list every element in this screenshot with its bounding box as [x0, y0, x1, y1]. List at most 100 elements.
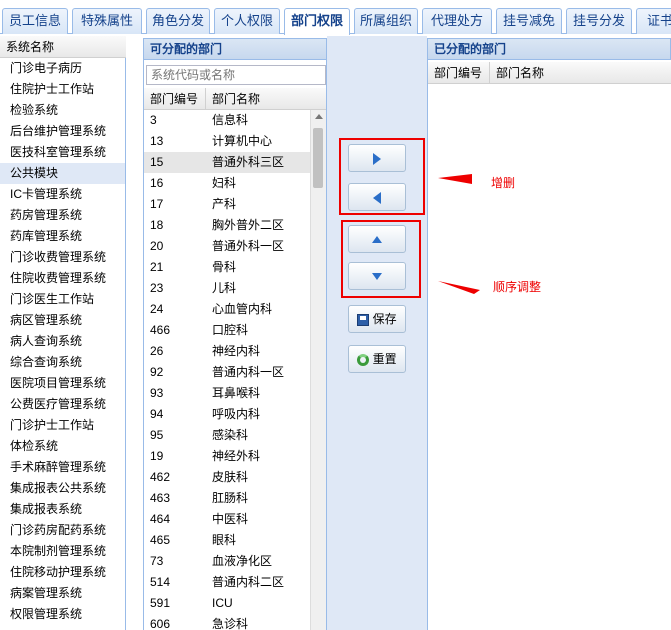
- dept-name: 计算机中心: [212, 134, 273, 148]
- system-list-item[interactable]: 住院收费管理系统: [0, 268, 125, 289]
- dept-row[interactable]: 16 妇科: [144, 173, 310, 194]
- dept-row[interactable]: 591 ICU: [144, 593, 310, 614]
- save-label: 保存: [372, 312, 397, 326]
- dept-code: 13: [150, 134, 164, 148]
- system-list-item[interactable]: 集成报表公共系统: [0, 478, 125, 499]
- system-list-item[interactable]: 住院护士工作站: [0, 79, 125, 100]
- available-table-body: 3 信息科 13 计算机中心 15 普通外科三区 16 妇科 17 产科 18 胸外普外二区 20 普通外…: [144, 110, 310, 630]
- system-list-item[interactable]: 药库管理系统: [0, 226, 125, 247]
- refresh-icon: [357, 353, 370, 366]
- dept-row[interactable]: 93 耳鼻喉科: [144, 383, 310, 404]
- tab-5[interactable]: 所属组织: [354, 8, 418, 34]
- dept-name: 心血管内科: [212, 302, 273, 316]
- dept-row[interactable]: 606 急诊科: [144, 614, 310, 630]
- dept-row[interactable]: 94 呼吸内科: [144, 404, 310, 425]
- dept-name: 普通内科一区: [212, 365, 285, 379]
- system-list-item[interactable]: 门诊收费管理系统: [0, 247, 125, 268]
- tab-3[interactable]: 个人权限: [214, 8, 280, 34]
- system-list-item[interactable]: 手术麻醉管理系统: [0, 457, 125, 478]
- system-list-item[interactable]: 体检系统: [0, 436, 125, 457]
- system-list-item[interactable]: 检验系统: [0, 100, 125, 121]
- tab-bar: 员工信息 特殊属性 角色分发 个人权限 部门权限 所属组织 代理处方 挂号减免 挂号分发 证书: [0, 0, 671, 35]
- dept-code: 95: [150, 428, 164, 442]
- system-name-column: 系统名称: [6, 40, 55, 54]
- system-list-item[interactable]: 医院项目管理系统: [0, 373, 125, 394]
- reset-label: 重置: [372, 352, 397, 366]
- tab-2[interactable]: 角色分发: [146, 8, 210, 34]
- dept-row[interactable]: 514 普通内科二区: [144, 572, 310, 593]
- dept-row[interactable]: 21 骨科: [144, 257, 310, 278]
- dept-code: 465: [150, 533, 171, 547]
- save-button[interactable]: 保存: [348, 305, 406, 333]
- dept-code: 18: [150, 218, 164, 232]
- system-list-item[interactable]: 门诊电子病历: [0, 58, 125, 79]
- reorder-highlight: [341, 220, 421, 298]
- system-list-item[interactable]: 门诊医生工作站: [0, 289, 125, 310]
- dept-code: 20: [150, 239, 164, 253]
- dept-code-column: 部门编号: [144, 88, 206, 110]
- system-list-item[interactable]: 本院制剂管理系统: [0, 541, 125, 562]
- dept-name: ICU: [212, 596, 233, 610]
- dept-code: 92: [150, 365, 164, 379]
- dept-name: 产科: [212, 197, 237, 211]
- dept-name: 普通外科三区: [212, 155, 285, 169]
- dept-row[interactable]: 26 神经内科: [144, 341, 310, 362]
- tab-1[interactable]: 特殊属性: [72, 8, 142, 34]
- assigned-panel: [427, 60, 671, 630]
- system-list-item[interactable]: 权限管理系统: [0, 604, 125, 625]
- system-list-item[interactable]: 病人查询系统: [0, 331, 125, 352]
- system-list-item[interactable]: 门诊药房配药系统: [0, 520, 125, 541]
- system-list-item[interactable]: 门诊护士工作站: [0, 415, 125, 436]
- reset-button[interactable]: 重置: [348, 345, 406, 373]
- system-list-item[interactable]: 公费医疗管理系统: [0, 394, 125, 415]
- dept-row[interactable]: 20 普通外科一区: [144, 236, 310, 257]
- system-list-item[interactable]: 医技科室管理系统: [0, 142, 125, 163]
- available-scrollbar[interactable]: [310, 110, 326, 630]
- dept-name: 妇科: [212, 176, 237, 190]
- tab-8[interactable]: 挂号分发: [566, 8, 632, 34]
- system-list-item[interactable]: 后台维护管理系统: [0, 121, 125, 142]
- dept-row[interactable]: 24 心血管内科: [144, 299, 310, 320]
- tab-0[interactable]: 员工信息: [2, 8, 68, 34]
- dept-code: 514: [150, 575, 171, 589]
- scroll-up-icon[interactable]: [315, 114, 323, 119]
- dept-row[interactable]: 466 口腔科: [144, 320, 310, 341]
- system-list-item[interactable]: 住院移动护理系统: [0, 562, 125, 583]
- dept-row[interactable]: 465 眼科: [144, 530, 310, 551]
- dept-code: 24: [150, 302, 164, 316]
- dept-row[interactable]: 463 肛肠科: [144, 488, 310, 509]
- tab-7[interactable]: 挂号减免: [496, 8, 562, 34]
- dept-row[interactable]: 13 计算机中心: [144, 131, 310, 152]
- transfer-button-column: [327, 36, 427, 630]
- system-list-item[interactable]: 药房管理系统: [0, 205, 125, 226]
- system-list-item[interactable]: IC卡管理系统: [0, 184, 125, 205]
- dept-name: 血液净化区: [212, 554, 273, 568]
- dept-row[interactable]: 95 感染科: [144, 425, 310, 446]
- dept-code: 591: [150, 596, 171, 610]
- dept-row[interactable]: 92 普通内科一区: [144, 362, 310, 383]
- dept-name: 信息科: [212, 113, 249, 127]
- dept-row[interactable]: 464 中医科: [144, 509, 310, 530]
- tab-4[interactable]: 部门权限: [284, 8, 350, 35]
- tab-6[interactable]: 代理处方: [422, 8, 492, 34]
- system-list-item[interactable]: 病区管理系统: [0, 310, 125, 331]
- system-list-item[interactable]: 病案管理系统: [0, 583, 125, 604]
- dept-row[interactable]: 19 神经外科: [144, 446, 310, 467]
- dept-name: 胸外普外二区: [212, 218, 285, 232]
- dept-code: 23: [150, 281, 164, 295]
- dept-row[interactable]: 15 普通外科三区: [144, 152, 310, 173]
- dept-search-input[interactable]: [146, 65, 326, 85]
- dept-row[interactable]: 23 儿科: [144, 278, 310, 299]
- system-list-item[interactable]: 集成报表系统: [0, 499, 125, 520]
- available-scroll-thumb[interactable]: [313, 128, 323, 188]
- system-list-item[interactable]: 综合查询系统: [0, 352, 125, 373]
- dept-row[interactable]: 3 信息科: [144, 110, 310, 131]
- dept-row[interactable]: 17 产科: [144, 194, 310, 215]
- system-list-item[interactable]: 公共模块: [0, 163, 125, 184]
- assigned-code-column: 部门编号: [428, 62, 490, 84]
- tab-9[interactable]: 证书: [636, 8, 671, 34]
- dept-code: 26: [150, 344, 164, 358]
- dept-row[interactable]: 73 血液净化区: [144, 551, 310, 572]
- dept-row[interactable]: 18 胸外普外二区: [144, 215, 310, 236]
- dept-row[interactable]: 462 皮肤科: [144, 467, 310, 488]
